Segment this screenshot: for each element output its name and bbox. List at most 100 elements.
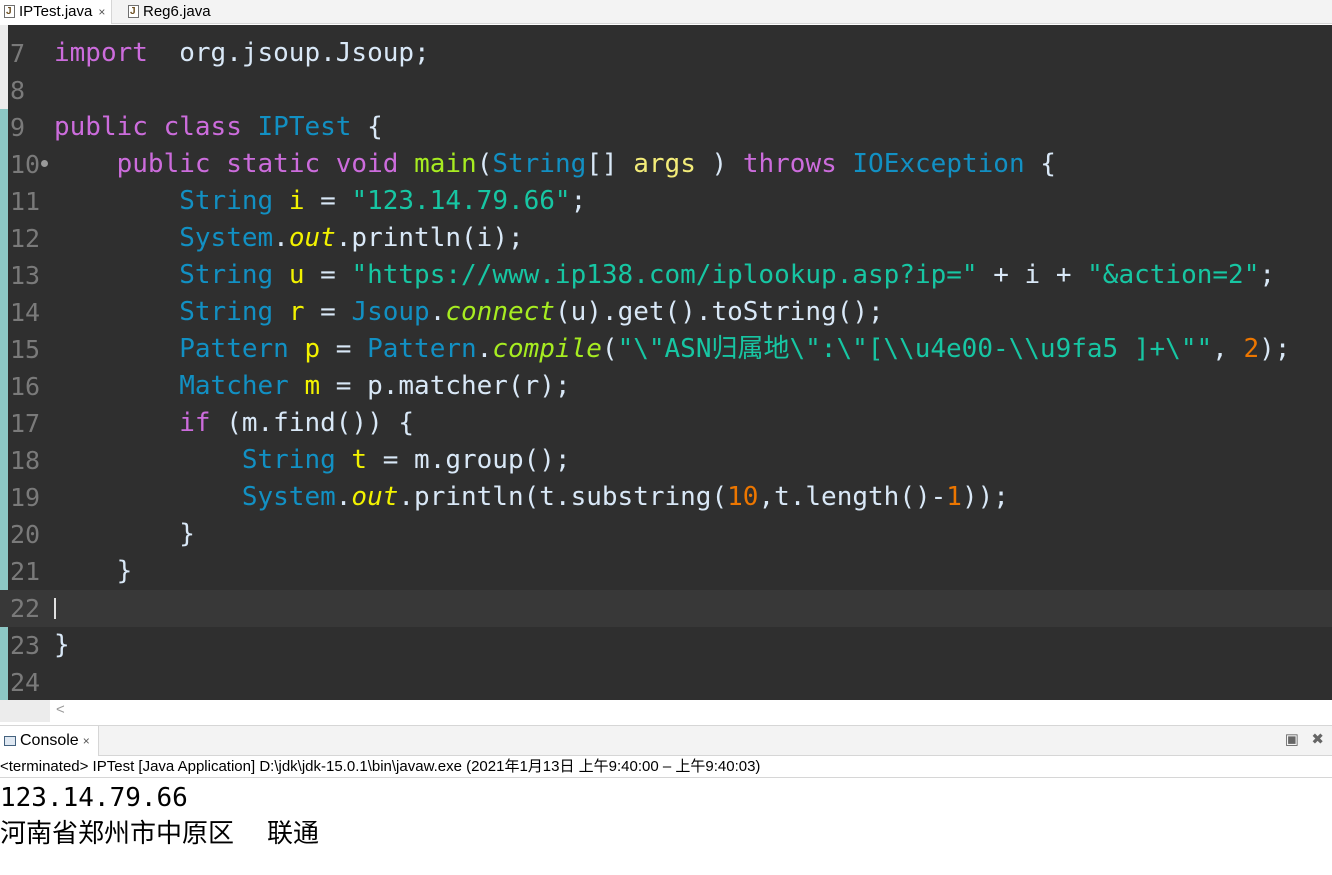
code-token: compile xyxy=(492,334,602,364)
fold-icon[interactable] xyxy=(41,160,48,167)
scrollbar-gutter xyxy=(0,700,50,722)
code-text: System.out.println(t.substring(10,t.leng… xyxy=(54,479,1009,516)
tab-console[interactable]: Console × xyxy=(0,726,99,756)
close-tab-icon[interactable]: × xyxy=(98,5,105,19)
line-number: 21 xyxy=(10,557,41,586)
code-token: 2 xyxy=(1243,334,1260,364)
code-token: = xyxy=(304,297,352,327)
code-token: import xyxy=(54,38,148,68)
line-number: 7 xyxy=(10,39,26,68)
code-token: = p.matcher(r); xyxy=(320,371,571,401)
code-token: } xyxy=(54,519,195,549)
code-text: String i = "123.14.79.66"; xyxy=(54,183,586,220)
code-token: . xyxy=(273,223,289,253)
code-line[interactable]: 14 String r = Jsoup.connect(u).get().toS… xyxy=(0,294,1332,331)
console-tab-label: Console xyxy=(20,732,79,749)
code-token: u xyxy=(288,260,305,290)
code-text: public class IPTest { xyxy=(54,109,383,146)
code-token: out xyxy=(288,223,336,253)
code-text: Pattern p = Pattern.compile("\"ASN归属地\":… xyxy=(54,331,1290,368)
code-token: (u).get().toString(); xyxy=(554,297,884,327)
line-number: 19 xyxy=(10,483,41,512)
code-line[interactable]: 23} xyxy=(0,627,1332,664)
code-editor[interactable]: 7 import org.jsoup.Jsoup; 8 9 public class I… xyxy=(0,25,1332,700)
code-line[interactable]: 24 xyxy=(0,664,1332,701)
code-token: 10 xyxy=(727,482,759,512)
code-line[interactable]: 20 } xyxy=(0,516,1332,553)
code-token: args xyxy=(633,149,696,179)
view-actions: ▣ ✖ xyxy=(1277,730,1324,752)
code-line[interactable]: 7 import org.jsoup.Jsoup; xyxy=(0,35,1332,72)
tab-label: IPTest.java xyxy=(19,3,93,20)
code-line[interactable]: 10 public static void main(String[] args… xyxy=(0,146,1332,183)
code-token: ) xyxy=(695,149,743,179)
console-icon xyxy=(4,736,16,746)
code-token: public xyxy=(54,112,148,142)
line-number: 12 xyxy=(10,224,41,253)
minimize-icon[interactable]: ▣ xyxy=(1285,730,1299,748)
code-text: } xyxy=(54,516,195,553)
tab-iptest-java[interactable]: IPTest.java × xyxy=(0,0,113,24)
code-line[interactable]: 9 public class IPTest { xyxy=(0,109,1332,146)
line-number: 15 xyxy=(10,335,41,364)
code-text: String r = Jsoup.connect(u).get().toStri… xyxy=(54,294,884,331)
line-number: 24 xyxy=(10,668,41,697)
code-token: } xyxy=(54,556,133,586)
java-file-icon xyxy=(4,0,15,24)
code-token: { xyxy=(1024,149,1056,179)
code-token: } xyxy=(54,630,70,660)
console-output[interactable]: 123.14.79.66 河南省郑州市中原区 联通 xyxy=(0,780,1332,852)
scroll-left-icon[interactable]: < xyxy=(56,701,65,718)
close-console-icon[interactable]: × xyxy=(83,734,90,748)
code-line[interactable]: 15 Pattern p = Pattern.compile("\"ASN归属地… xyxy=(0,331,1332,368)
tab-reg6-java[interactable]: Reg6.java xyxy=(128,0,211,24)
line-number: 16 xyxy=(10,372,41,401)
code-line[interactable]: 11 String i = "123.14.79.66"; xyxy=(0,183,1332,220)
code-token: ); xyxy=(1259,334,1291,364)
code-token: , xyxy=(1212,334,1244,364)
code-line[interactable]: 21 } xyxy=(0,553,1332,590)
code-line[interactable]: 8 xyxy=(0,72,1332,109)
code-text: import org.jsoup.Jsoup; xyxy=(54,35,430,72)
code-text: System.out.println(i); xyxy=(54,220,523,257)
code-line[interactable]: 16 Matcher m = p.matcher(r); xyxy=(0,368,1332,405)
code-text: } xyxy=(54,553,133,590)
code-line[interactable]: 12 System.out.println(i); xyxy=(0,220,1332,257)
line-number: 18 xyxy=(10,446,41,475)
code-token: Pattern xyxy=(367,334,477,364)
code-token: . xyxy=(335,482,352,512)
code-token: ; xyxy=(1259,260,1275,290)
code-line[interactable]: 19 System.out.println(t.substring(10,t.l… xyxy=(0,479,1332,516)
code-line[interactable]: 18 String t = m.group(); xyxy=(0,442,1332,479)
code-token: + i + xyxy=(977,260,1088,290)
code-line[interactable]: 17 if (m.find()) { xyxy=(0,405,1332,442)
code-token: = m.group(); xyxy=(367,445,571,475)
line-number: 17 xyxy=(10,409,41,438)
line-number: 20 xyxy=(10,520,41,549)
code-token: IPTest xyxy=(257,112,352,142)
code-token: Pattern xyxy=(179,334,289,364)
code-token: . xyxy=(429,297,446,327)
code-token: p xyxy=(304,334,321,364)
horizontal-scrollbar[interactable]: < xyxy=(0,700,1332,722)
code-token: = xyxy=(304,186,352,216)
code-line[interactable]: 22 xyxy=(0,590,1332,627)
code-text: Matcher m = p.matcher(r); xyxy=(54,368,571,405)
close-view-icon[interactable]: ✖ xyxy=(1311,730,1324,748)
code-token: (m.find()) { xyxy=(210,408,415,438)
code-token: t xyxy=(351,445,368,475)
code-token: { xyxy=(351,112,383,142)
code-line[interactable]: 13 String u = "https://www.ip138.com/ipl… xyxy=(0,257,1332,294)
code-token: i xyxy=(288,186,305,216)
